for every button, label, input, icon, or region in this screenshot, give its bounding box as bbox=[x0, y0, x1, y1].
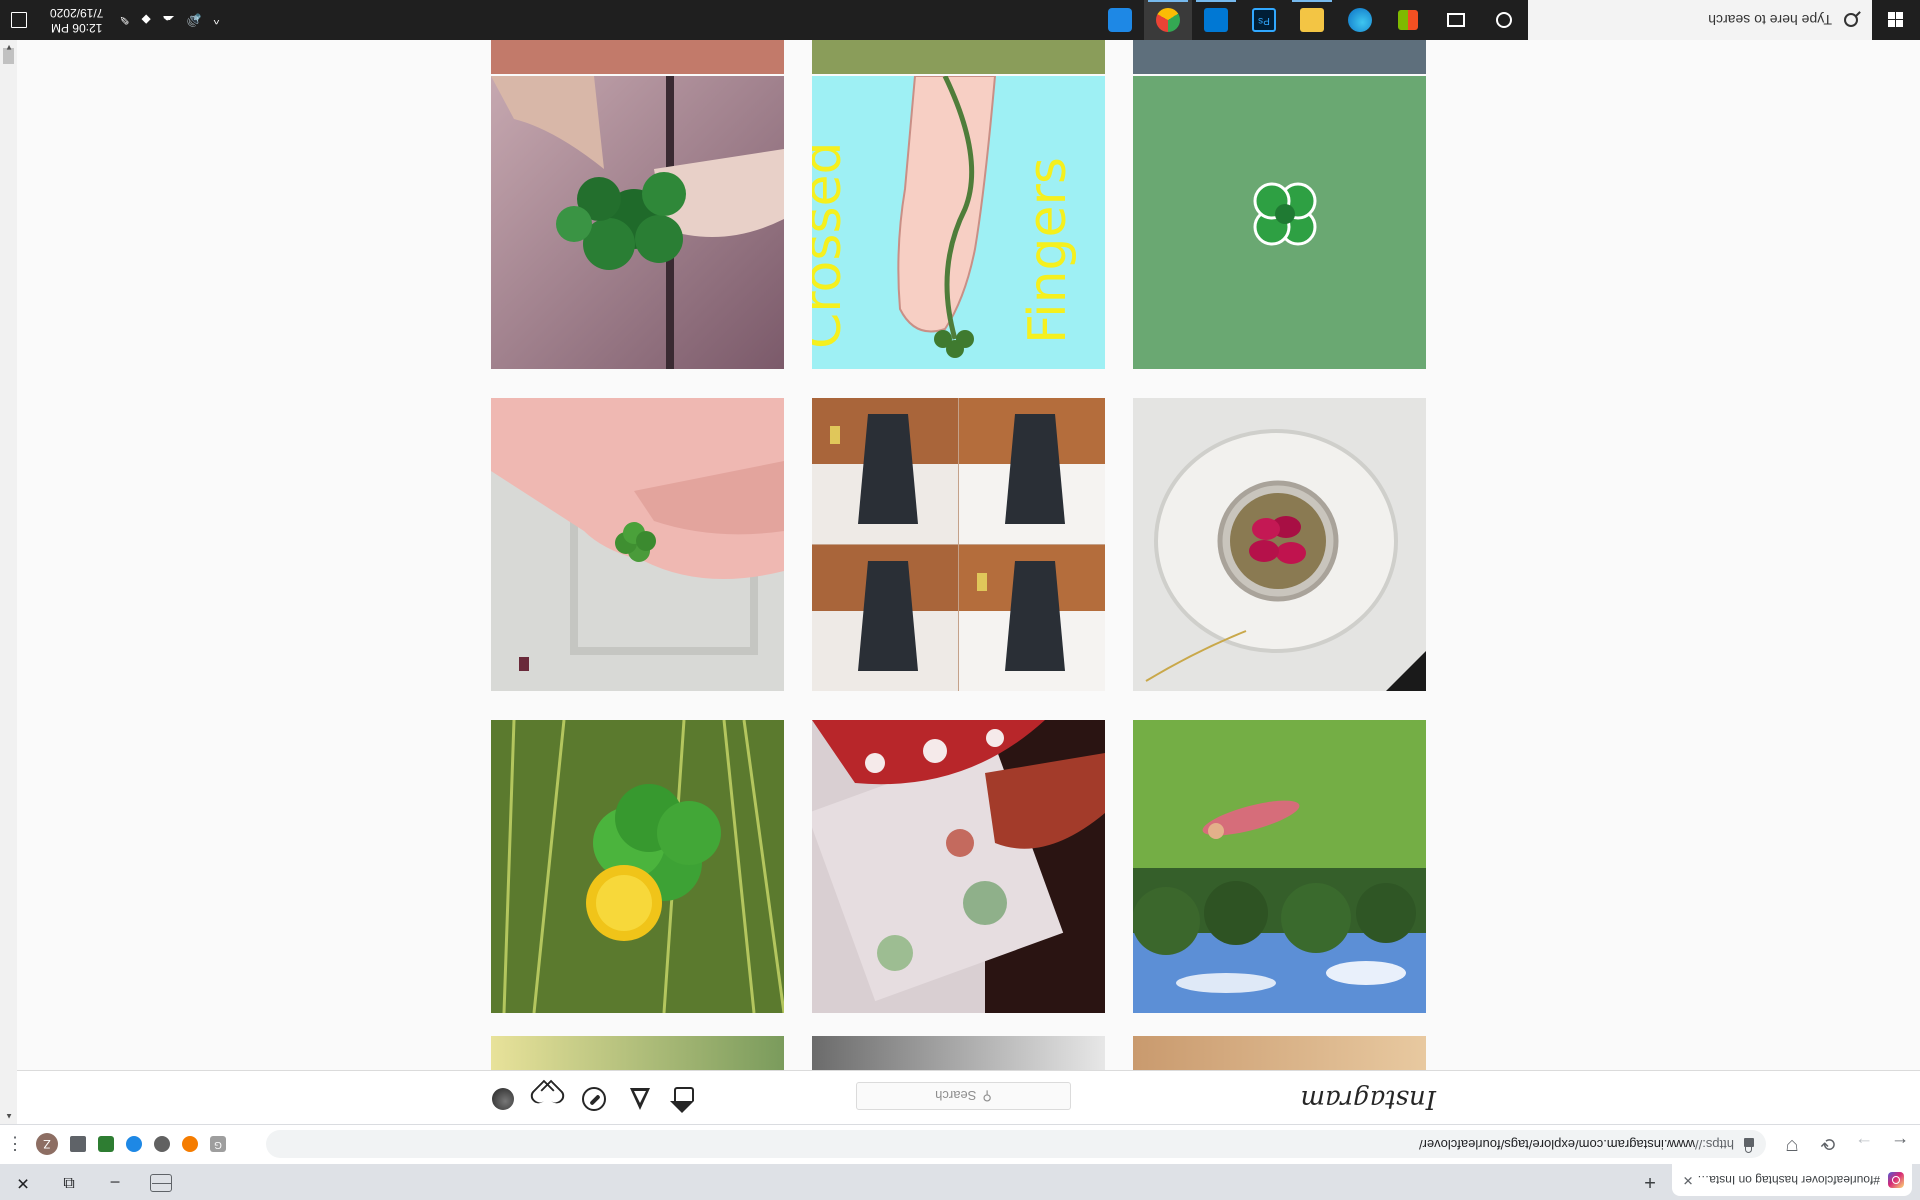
post-partial[interactable] bbox=[1133, 40, 1426, 74]
post-mushroom-art[interactable] bbox=[812, 720, 1105, 1013]
scroll-up-arrow-icon[interactable]: ▲ bbox=[5, 1112, 13, 1121]
mail-icon[interactable] bbox=[1192, 0, 1240, 40]
tab-strip: #fourleafclover hashtag on Insta… ✕ + – … bbox=[0, 1164, 1920, 1200]
post-clover-bunch-image bbox=[491, 76, 784, 369]
extension-blue-icon[interactable] bbox=[126, 1136, 142, 1152]
tray-chevron-icon[interactable]: ^ bbox=[208, 13, 226, 27]
page-viewport: Instagram ⚲ Search Crossed Fingers ▲ ▼ bbox=[0, 40, 1920, 1124]
search-placeholder: Search bbox=[935, 1088, 977, 1104]
instagram-favicon-icon bbox=[1888, 1172, 1904, 1188]
lock-icon bbox=[1744, 1138, 1754, 1148]
taskbar-search-placeholder: Type here to search bbox=[1708, 12, 1832, 28]
post-crossed-fingers-image: Crossed Fingers bbox=[812, 76, 1105, 369]
post-grass-sky-image bbox=[1133, 720, 1426, 1013]
post-grass-sky[interactable] bbox=[1133, 720, 1426, 1013]
extensions-area: G Z ⋮ bbox=[6, 1128, 226, 1160]
microsoft-store-icon[interactable] bbox=[1384, 0, 1432, 40]
window-controls: – ⧉ ✕ bbox=[0, 1164, 138, 1200]
volume-icon[interactable]: 🔊 bbox=[181, 13, 208, 27]
crossed-text: Crossed bbox=[812, 141, 853, 349]
task-view-icon[interactable] bbox=[1432, 0, 1480, 40]
browser-tab[interactable]: #fourleafclover hashtag on Insta… ✕ bbox=[1672, 1164, 1912, 1196]
post-red-clover-pendant-image bbox=[1133, 398, 1426, 691]
post-hand-clover-door-image bbox=[491, 398, 784, 691]
clock-date: 7/19/2020 bbox=[50, 6, 104, 20]
browser-toolbar: ← → ⟳ ⛉ https:// www.instagram.com/explo… bbox=[0, 1124, 1920, 1164]
post-partial[interactable] bbox=[491, 40, 784, 74]
extension-g-icon[interactable]: G bbox=[210, 1136, 226, 1152]
search-icon bbox=[1844, 13, 1858, 27]
instagram-nav bbox=[492, 1087, 694, 1111]
post-pixel-clover-image bbox=[1133, 76, 1426, 369]
post-chair-collage-image bbox=[812, 398, 1105, 691]
explore-icon[interactable] bbox=[582, 1087, 606, 1111]
maximize-button[interactable]: ⧉ bbox=[46, 1164, 92, 1200]
scroll-down-arrow-icon[interactable]: ▼ bbox=[5, 43, 13, 52]
back-button[interactable]: ← bbox=[1884, 1129, 1916, 1161]
post-partial[interactable] bbox=[812, 40, 1105, 74]
tab-close-icon[interactable]: ✕ bbox=[1680, 1172, 1696, 1188]
direct-icon[interactable] bbox=[628, 1087, 652, 1111]
cloud-icon[interactable]: ☁ bbox=[157, 13, 181, 27]
url-scheme: https:// bbox=[1694, 1137, 1734, 1152]
post-partial[interactable] bbox=[491, 1036, 784, 1070]
post-clover-bunch[interactable] bbox=[491, 76, 784, 369]
post-partial[interactable] bbox=[1133, 1036, 1426, 1070]
windows-taskbar: Type here to search Ps ^ 🔊 ☁ ◆ ✎ 12:06 P… bbox=[0, 0, 1920, 40]
home-shield-icon[interactable]: ⛉ bbox=[1776, 1129, 1808, 1161]
chrome-icon[interactable] bbox=[1144, 0, 1192, 40]
clock-time: 12:06 PM bbox=[51, 21, 103, 35]
instagram-search-input[interactable]: ⚲ Search bbox=[856, 1082, 1071, 1110]
post-red-clover-pendant[interactable] bbox=[1133, 398, 1426, 691]
instagram-logo[interactable]: Instagram bbox=[1300, 1084, 1436, 1114]
post-dandelion-clover-image bbox=[491, 720, 784, 1013]
post-crossed-fingers[interactable]: Crossed Fingers bbox=[812, 76, 1105, 369]
app-globe-icon[interactable] bbox=[1096, 0, 1144, 40]
extension-dark-icon[interactable] bbox=[154, 1136, 170, 1152]
cortana-icon[interactable] bbox=[1480, 0, 1528, 40]
close-window-button[interactable]: ✕ bbox=[0, 1164, 46, 1200]
extension-orange-icon[interactable] bbox=[182, 1136, 198, 1152]
instagram-header: Instagram ⚲ Search bbox=[17, 1070, 1920, 1124]
new-tab-button[interactable]: + bbox=[1638, 1170, 1662, 1194]
post-chair-collage[interactable] bbox=[812, 398, 1105, 691]
address-bar[interactable]: https:// www.instagram.com/explore/tags/… bbox=[266, 1130, 1766, 1159]
post-mushroom-art-image bbox=[812, 720, 1105, 1013]
file-explorer-icon[interactable] bbox=[1288, 0, 1336, 40]
system-tray: ^ 🔊 ☁ ◆ ✎ 12:06 PM 7/19/2020 bbox=[0, 0, 225, 40]
profile-avatar[interactable]: Z bbox=[36, 1133, 58, 1155]
photoshop-icon[interactable]: Ps bbox=[1240, 0, 1288, 40]
tab-title: #fourleafclover hashtag on Insta… bbox=[1697, 1173, 1880, 1187]
start-button[interactable] bbox=[1872, 0, 1920, 40]
notifications-icon[interactable] bbox=[0, 0, 40, 40]
post-hand-clover-door[interactable] bbox=[491, 398, 784, 691]
pen-icon[interactable]: ✎ bbox=[113, 13, 135, 27]
chrome-menu-icon[interactable]: ⋮ bbox=[6, 1134, 24, 1155]
post-pixel-clover[interactable] bbox=[1133, 76, 1426, 369]
search-icon: ⚲ bbox=[982, 1089, 992, 1104]
url-text: www.instagram.com/explore/tags/fourleafc… bbox=[1418, 1137, 1695, 1152]
reload-button[interactable]: ⟳ bbox=[1812, 1129, 1844, 1161]
post-partial[interactable] bbox=[812, 1036, 1105, 1070]
minimize-button[interactable]: – bbox=[92, 1164, 138, 1200]
dropbox-icon[interactable]: ◆ bbox=[135, 13, 156, 27]
profile-icon[interactable] bbox=[492, 1088, 514, 1110]
activity-icon[interactable] bbox=[536, 1087, 560, 1111]
extension-green-icon[interactable] bbox=[98, 1136, 114, 1152]
home-icon[interactable] bbox=[674, 1087, 694, 1101]
tab-search-icon[interactable] bbox=[150, 1174, 172, 1192]
taskbar-search-box[interactable]: Type here to search bbox=[1528, 0, 1872, 40]
post-dandelion-clover[interactable] bbox=[491, 720, 784, 1013]
extensions-puzzle-icon[interactable] bbox=[70, 1136, 86, 1152]
taskbar-clock[interactable]: 12:06 PM 7/19/2020 bbox=[40, 5, 113, 35]
fingers-text: Fingers bbox=[1018, 157, 1078, 344]
edge-icon[interactable] bbox=[1336, 0, 1384, 40]
page-scrollbar[interactable]: ▲ ▼ bbox=[0, 40, 17, 1124]
screen: #fourleafclover hashtag on Insta… ✕ + – … bbox=[0, 0, 1920, 1200]
forward-button[interactable]: → bbox=[1848, 1129, 1880, 1161]
